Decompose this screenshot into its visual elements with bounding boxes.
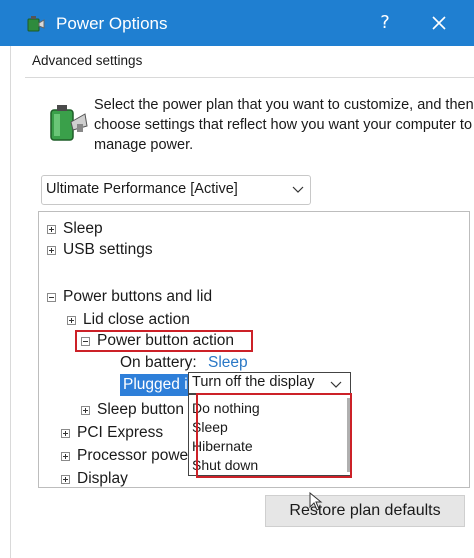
tree-item-label: Sleep xyxy=(63,220,103,237)
expand-plus-icon[interactable] xyxy=(61,429,70,438)
close-icon[interactable] xyxy=(426,10,452,36)
expand-plus-icon[interactable] xyxy=(67,316,76,325)
expand-plus-icon[interactable] xyxy=(47,225,56,234)
options-scrollbar[interactable] xyxy=(347,398,350,472)
mouse-cursor-icon xyxy=(309,492,323,511)
tab-advanced-settings[interactable]: Advanced settings xyxy=(24,46,150,74)
expand-plus-icon[interactable] xyxy=(81,406,90,415)
battery-icon xyxy=(50,105,88,141)
expand-plus-icon[interactable] xyxy=(61,452,70,461)
option-hibernate[interactable]: Hibernate xyxy=(192,437,253,455)
option-sleep[interactable]: Sleep xyxy=(192,418,228,436)
collapse-minus-icon[interactable] xyxy=(47,293,56,302)
window-title: Power Options xyxy=(56,14,168,33)
tree-item-label: PCI Express xyxy=(77,424,164,441)
chevron-down-icon xyxy=(292,186,304,193)
expand-plus-icon[interactable] xyxy=(47,268,56,277)
chevron-down-icon xyxy=(330,381,342,388)
tree-item-label: Lid close action xyxy=(83,311,190,328)
option-do-nothing[interactable]: Do nothing xyxy=(192,399,260,417)
tree-item-label: Intel(R) Graphics Settings xyxy=(63,263,241,280)
on-battery-value-link[interactable]: Sleep xyxy=(208,352,248,374)
power-options-dialog: Advanced settings Select the power plan … xyxy=(10,46,474,558)
expand-plus-icon[interactable] xyxy=(47,246,56,255)
plugged-in-dropdown[interactable]: Turn off the display xyxy=(188,372,351,394)
plugged-in-options-list[interactable]: Do nothing Sleep Hibernate Shut down xyxy=(188,394,351,476)
tree-item-label: USB settings xyxy=(63,241,153,258)
restore-plan-defaults-button[interactable]: Restore plan defaults xyxy=(265,495,465,527)
tab-divider xyxy=(25,77,474,78)
power-options-icon xyxy=(27,16,45,32)
power-plan-select[interactable]: Ultimate Performance [Active] xyxy=(41,175,311,205)
expand-plus-icon[interactable] xyxy=(61,475,70,484)
intro-text: Select the power plan that you want to c… xyxy=(94,97,474,153)
help-button[interactable]: ? xyxy=(372,10,398,36)
on-battery-label: On battery: xyxy=(120,354,197,371)
tree-item-label: Power buttons and lid xyxy=(63,288,213,305)
tree-item-label: Display xyxy=(77,470,128,487)
power-plan-value: Ultimate Performance [Active] xyxy=(46,181,238,197)
option-shut-down[interactable]: Shut down xyxy=(192,456,258,474)
collapse-minus-icon[interactable] xyxy=(81,337,90,346)
title-bar: Power Options ? xyxy=(0,0,474,46)
tree-item-label: Power button action xyxy=(97,332,235,349)
plugged-in-value: Turn off the display xyxy=(192,374,315,390)
